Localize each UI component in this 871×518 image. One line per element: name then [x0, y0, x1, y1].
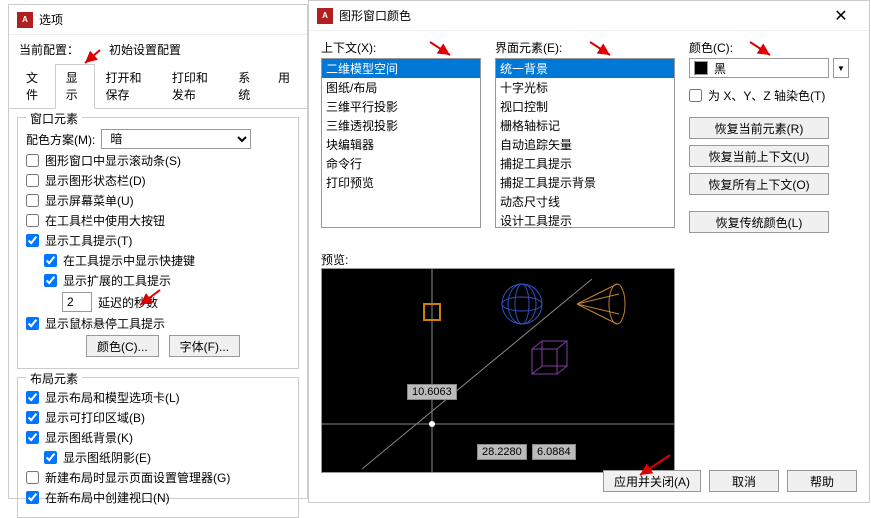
coord-2a: 28.2280: [477, 444, 527, 460]
colors-button[interactable]: 颜色(C)...: [86, 335, 159, 357]
element-item[interactable]: 捕捉工具提示: [496, 154, 674, 173]
restore-context-button[interactable]: 恢复当前上下文(U): [689, 145, 829, 167]
element-item[interactable]: 设计工具提示: [496, 211, 674, 228]
coord-2b: 6.0884: [532, 444, 576, 460]
context-item[interactable]: 命令行: [322, 154, 480, 173]
config-row: 当前配置： 初始设置配置: [9, 35, 307, 60]
cb-ext-tooltip[interactable]: [44, 274, 57, 287]
cb-page-setup[interactable]: [26, 471, 39, 484]
preview-canvas: 10.6063 28.2280 6.0884: [321, 268, 675, 473]
cb-statusbar[interactable]: [26, 174, 39, 187]
apply-close-button[interactable]: 应用并关闭(A): [603, 470, 701, 492]
preview-label: 预览:: [321, 253, 348, 267]
options-titlebar: A 选项: [9, 5, 307, 35]
tab-print[interactable]: 打印和发布: [161, 64, 227, 108]
element-item[interactable]: 视口控制: [496, 97, 674, 116]
context-item[interactable]: 块编辑器: [322, 135, 480, 154]
tab-display[interactable]: 显示: [55, 64, 95, 109]
cancel-button[interactable]: 取消: [709, 470, 779, 492]
restore-element-button[interactable]: 恢复当前元素(R): [689, 117, 829, 139]
cb-axis-tint[interactable]: [689, 89, 702, 102]
context-item[interactable]: 打印预览: [322, 173, 480, 192]
cb-shortcut[interactable]: [44, 254, 57, 267]
color-select[interactable]: 黑: [689, 58, 829, 78]
options-window: A 选项 当前配置： 初始设置配置 文件 显示 打开和保存 打印和发布 系统 用…: [8, 4, 308, 499]
color-scheme-select[interactable]: 暗: [101, 129, 251, 149]
layout-elements-title: 布局元素: [26, 370, 82, 387]
layout-elements-group: 布局元素 显示布局和模型选项卡(L) 显示可打印区域(B) 显示图纸背景(K) …: [17, 377, 299, 518]
cb-create-viewport[interactable]: [26, 491, 39, 504]
context-item[interactable]: 三维平行投影: [322, 97, 480, 116]
tab-file[interactable]: 文件: [15, 64, 55, 108]
element-item[interactable]: 统一背景: [496, 59, 674, 78]
tab-system[interactable]: 系统: [227, 64, 267, 108]
cb-scrollbar[interactable]: [26, 154, 39, 167]
restore-all-button[interactable]: 恢复所有上下文(O): [689, 173, 829, 195]
app-icon: A: [317, 8, 333, 24]
context-label: 上下文(X):: [321, 39, 481, 56]
close-button[interactable]: ✕: [821, 2, 861, 30]
coord-1: 10.6063: [407, 384, 457, 400]
element-item[interactable]: 动态尺寸线: [496, 192, 674, 211]
context-item[interactable]: 三维透视投影: [322, 116, 480, 135]
help-button[interactable]: 帮助: [787, 470, 857, 492]
color-title: 图形窗口颜色: [339, 7, 821, 24]
cb-bigbutton[interactable]: [26, 214, 39, 227]
options-title: 选项: [39, 11, 299, 28]
color-swatch-icon: [694, 61, 708, 75]
tab-user[interactable]: 用: [267, 64, 301, 108]
color-scheme-label: 配色方案(M):: [26, 131, 95, 148]
cb-tooltip[interactable]: [26, 234, 39, 247]
cb-hover-tooltip[interactable]: [26, 317, 39, 330]
restore-traditional-button[interactable]: 恢复传统颜色(L): [689, 211, 829, 233]
color-titlebar: A 图形窗口颜色 ✕: [309, 1, 869, 31]
cb-paper-shadow[interactable]: [44, 451, 57, 464]
delay-input[interactable]: [62, 292, 92, 312]
element-item[interactable]: 十字光标: [496, 78, 674, 97]
cb-screenmenu[interactable]: [26, 194, 39, 207]
window-elements-group: 窗口元素 配色方案(M): 暗 图形窗口中显示滚动条(S) 显示图形状态栏(D)…: [17, 117, 299, 369]
cb-printable[interactable]: [26, 411, 39, 424]
color-dropdown-arrow[interactable]: ▼: [833, 58, 849, 78]
context-item[interactable]: 图纸/布局: [322, 78, 480, 97]
color-window: A 图形窗口颜色 ✕ 上下文(X): 二维模型空间图纸/布局三维平行投影三维透视…: [308, 0, 870, 503]
context-item[interactable]: 二维模型空间: [322, 59, 480, 78]
cb-layout-tab[interactable]: [26, 391, 39, 404]
element-label: 界面元素(E):: [495, 39, 675, 56]
fonts-button[interactable]: 字体(F)...: [169, 335, 240, 357]
window-elements-title: 窗口元素: [26, 110, 82, 127]
element-item[interactable]: 栅格轴标记: [496, 116, 674, 135]
app-icon: A: [17, 12, 33, 28]
element-listbox[interactable]: 统一背景十字光标视口控制栅格轴标记自动追踪矢量捕捉工具提示捕捉工具提示背景动态尺…: [495, 58, 675, 228]
element-item[interactable]: 捕捉工具提示背景: [496, 173, 674, 192]
tab-opensave[interactable]: 打开和保存: [95, 64, 161, 108]
current-config-label: 当前配置：: [19, 41, 79, 58]
tabs: 文件 显示 打开和保存 打印和发布 系统 用: [9, 64, 307, 109]
initial-config-label: 初始设置配置: [109, 41, 181, 58]
cb-paper-bg[interactable]: [26, 431, 39, 444]
element-item[interactable]: 自动追踪矢量: [496, 135, 674, 154]
context-listbox[interactable]: 二维模型空间图纸/布局三维平行投影三维透视投影块编辑器命令行打印预览: [321, 58, 481, 228]
color-label: 颜色(C):: [689, 39, 849, 56]
